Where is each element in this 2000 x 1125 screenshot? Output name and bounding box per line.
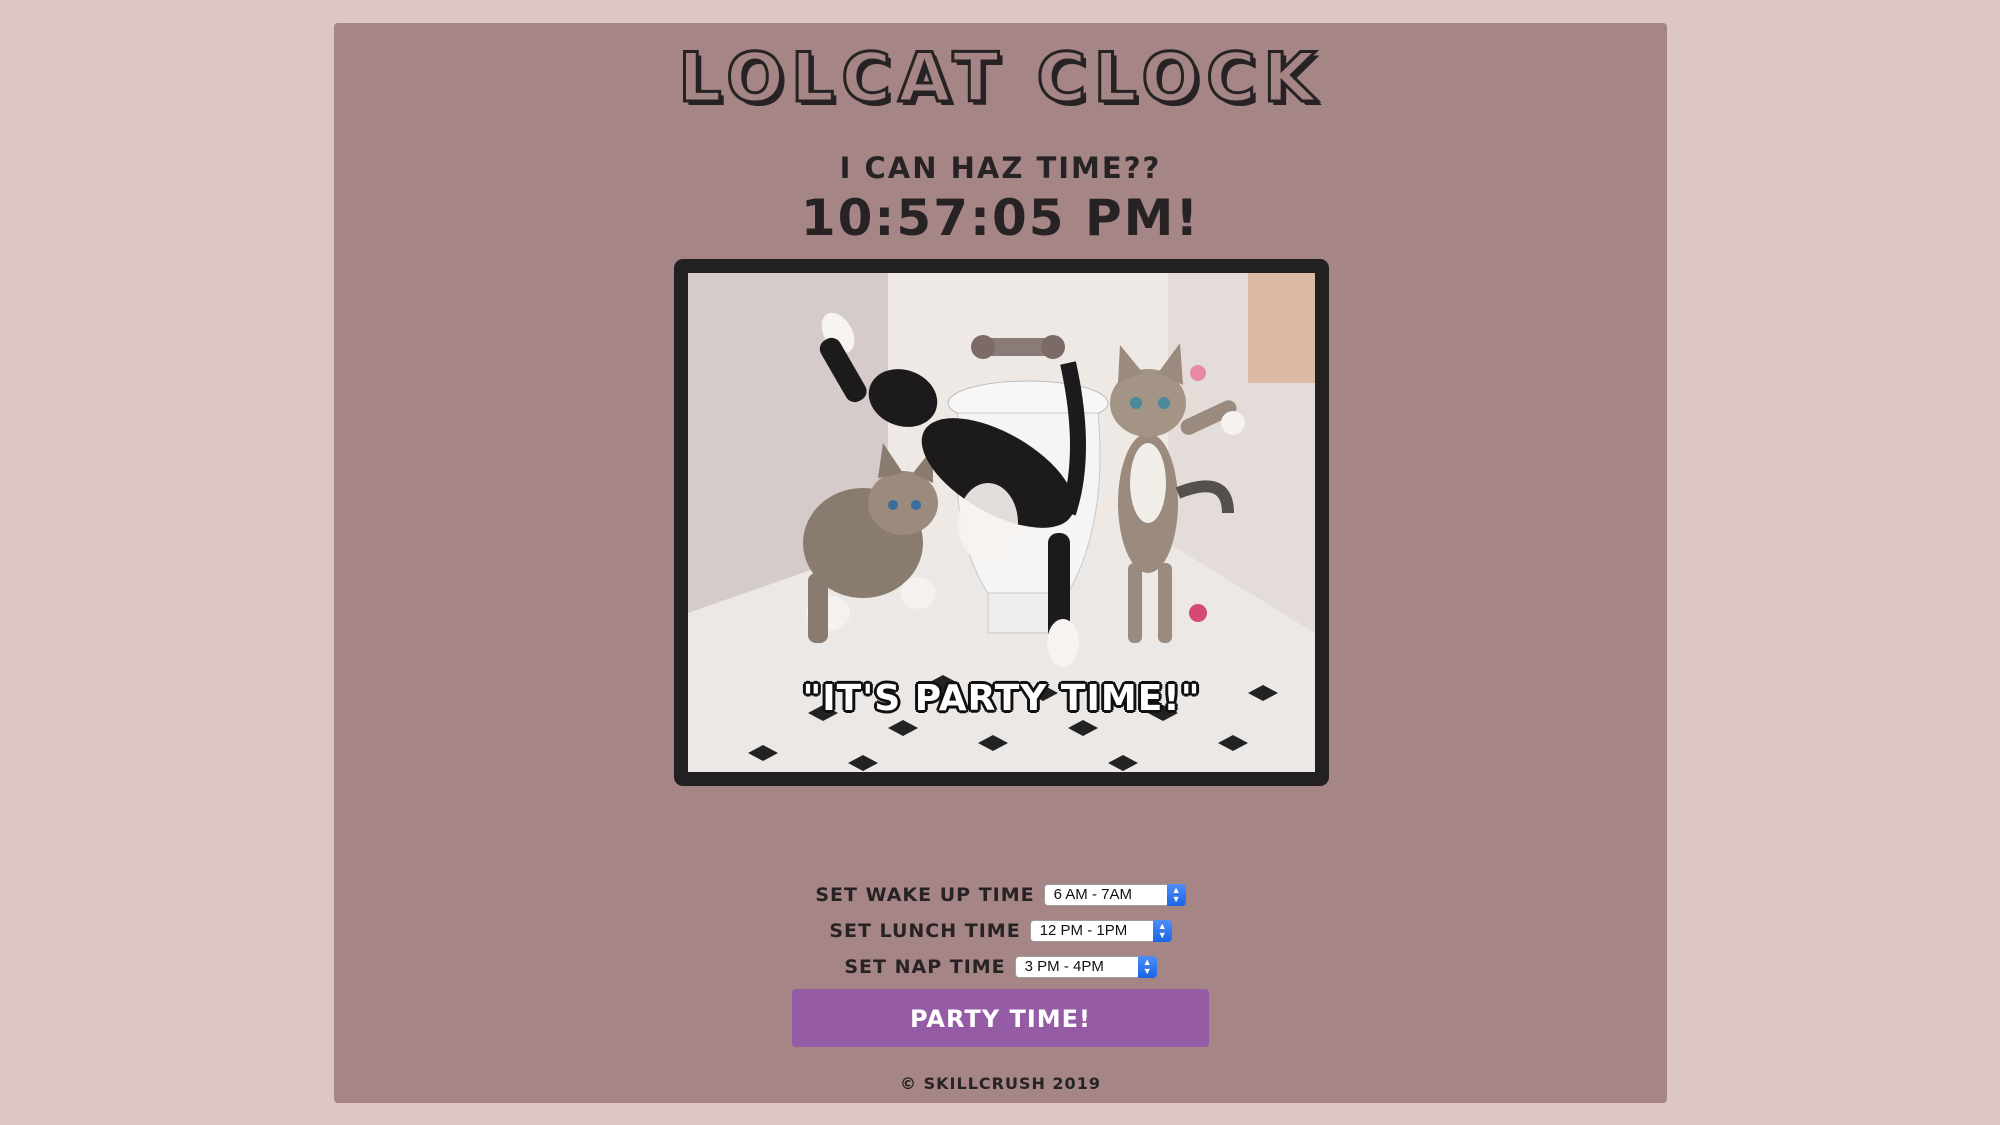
lunch-time-value: 12 PM - 1PM bbox=[1039, 922, 1128, 939]
nap-time-label: Set nap time bbox=[844, 956, 1006, 978]
lunch-time-select[interactable]: 12 PM - 1PM ▲ ▼ bbox=[1029, 920, 1172, 942]
lolcat-image: "IT'S PARTY TIME!" bbox=[688, 273, 1315, 772]
chevron-up-down-icon: ▲ ▼ bbox=[1166, 884, 1186, 906]
chevron-up-down-icon: ▲ ▼ bbox=[1137, 956, 1157, 978]
lunch-time-row: Set lunch time 12 PM - 1PM ▲ ▼ bbox=[334, 913, 1667, 949]
main-container: Lolcat Clock I can haz time?? 10:57:05 P… bbox=[334, 23, 1667, 1103]
wake-up-time-select[interactable]: 6 AM - 7AM ▲ ▼ bbox=[1043, 884, 1186, 906]
page-title: Lolcat Clock bbox=[677, 39, 1323, 118]
lolcat-image-frame: "IT'S PARTY TIME!" bbox=[674, 259, 1329, 786]
image-caption: "IT'S PARTY TIME!" bbox=[802, 678, 1201, 719]
clock-display: 10:57:05 PM! bbox=[800, 189, 1201, 247]
lunch-time-label: Set lunch time bbox=[829, 920, 1021, 942]
chevron-up-down-icon: ▲ ▼ bbox=[1152, 920, 1172, 942]
nap-time-row: Set nap time 3 PM - 4PM ▲ ▼ bbox=[334, 949, 1667, 985]
wake-up-time-label: Set wake up time bbox=[815, 884, 1035, 906]
clock-subtitle: I can haz time?? bbox=[839, 151, 1162, 185]
party-time-button[interactable]: Party Time! bbox=[792, 989, 1209, 1047]
nap-time-select[interactable]: 3 PM - 4PM ▲ ▼ bbox=[1014, 956, 1157, 978]
wake-up-time-row: Set wake up time 6 AM - 7AM ▲ ▼ bbox=[334, 877, 1667, 913]
footer-copyright: © Skillcrush 2019 bbox=[900, 1074, 1101, 1093]
wake-up-time-value: 6 AM - 7AM bbox=[1053, 886, 1132, 903]
nap-time-value: 3 PM - 4PM bbox=[1024, 958, 1104, 975]
time-settings: Set wake up time 6 AM - 7AM ▲ ▼ Set lunch… bbox=[334, 877, 1667, 985]
